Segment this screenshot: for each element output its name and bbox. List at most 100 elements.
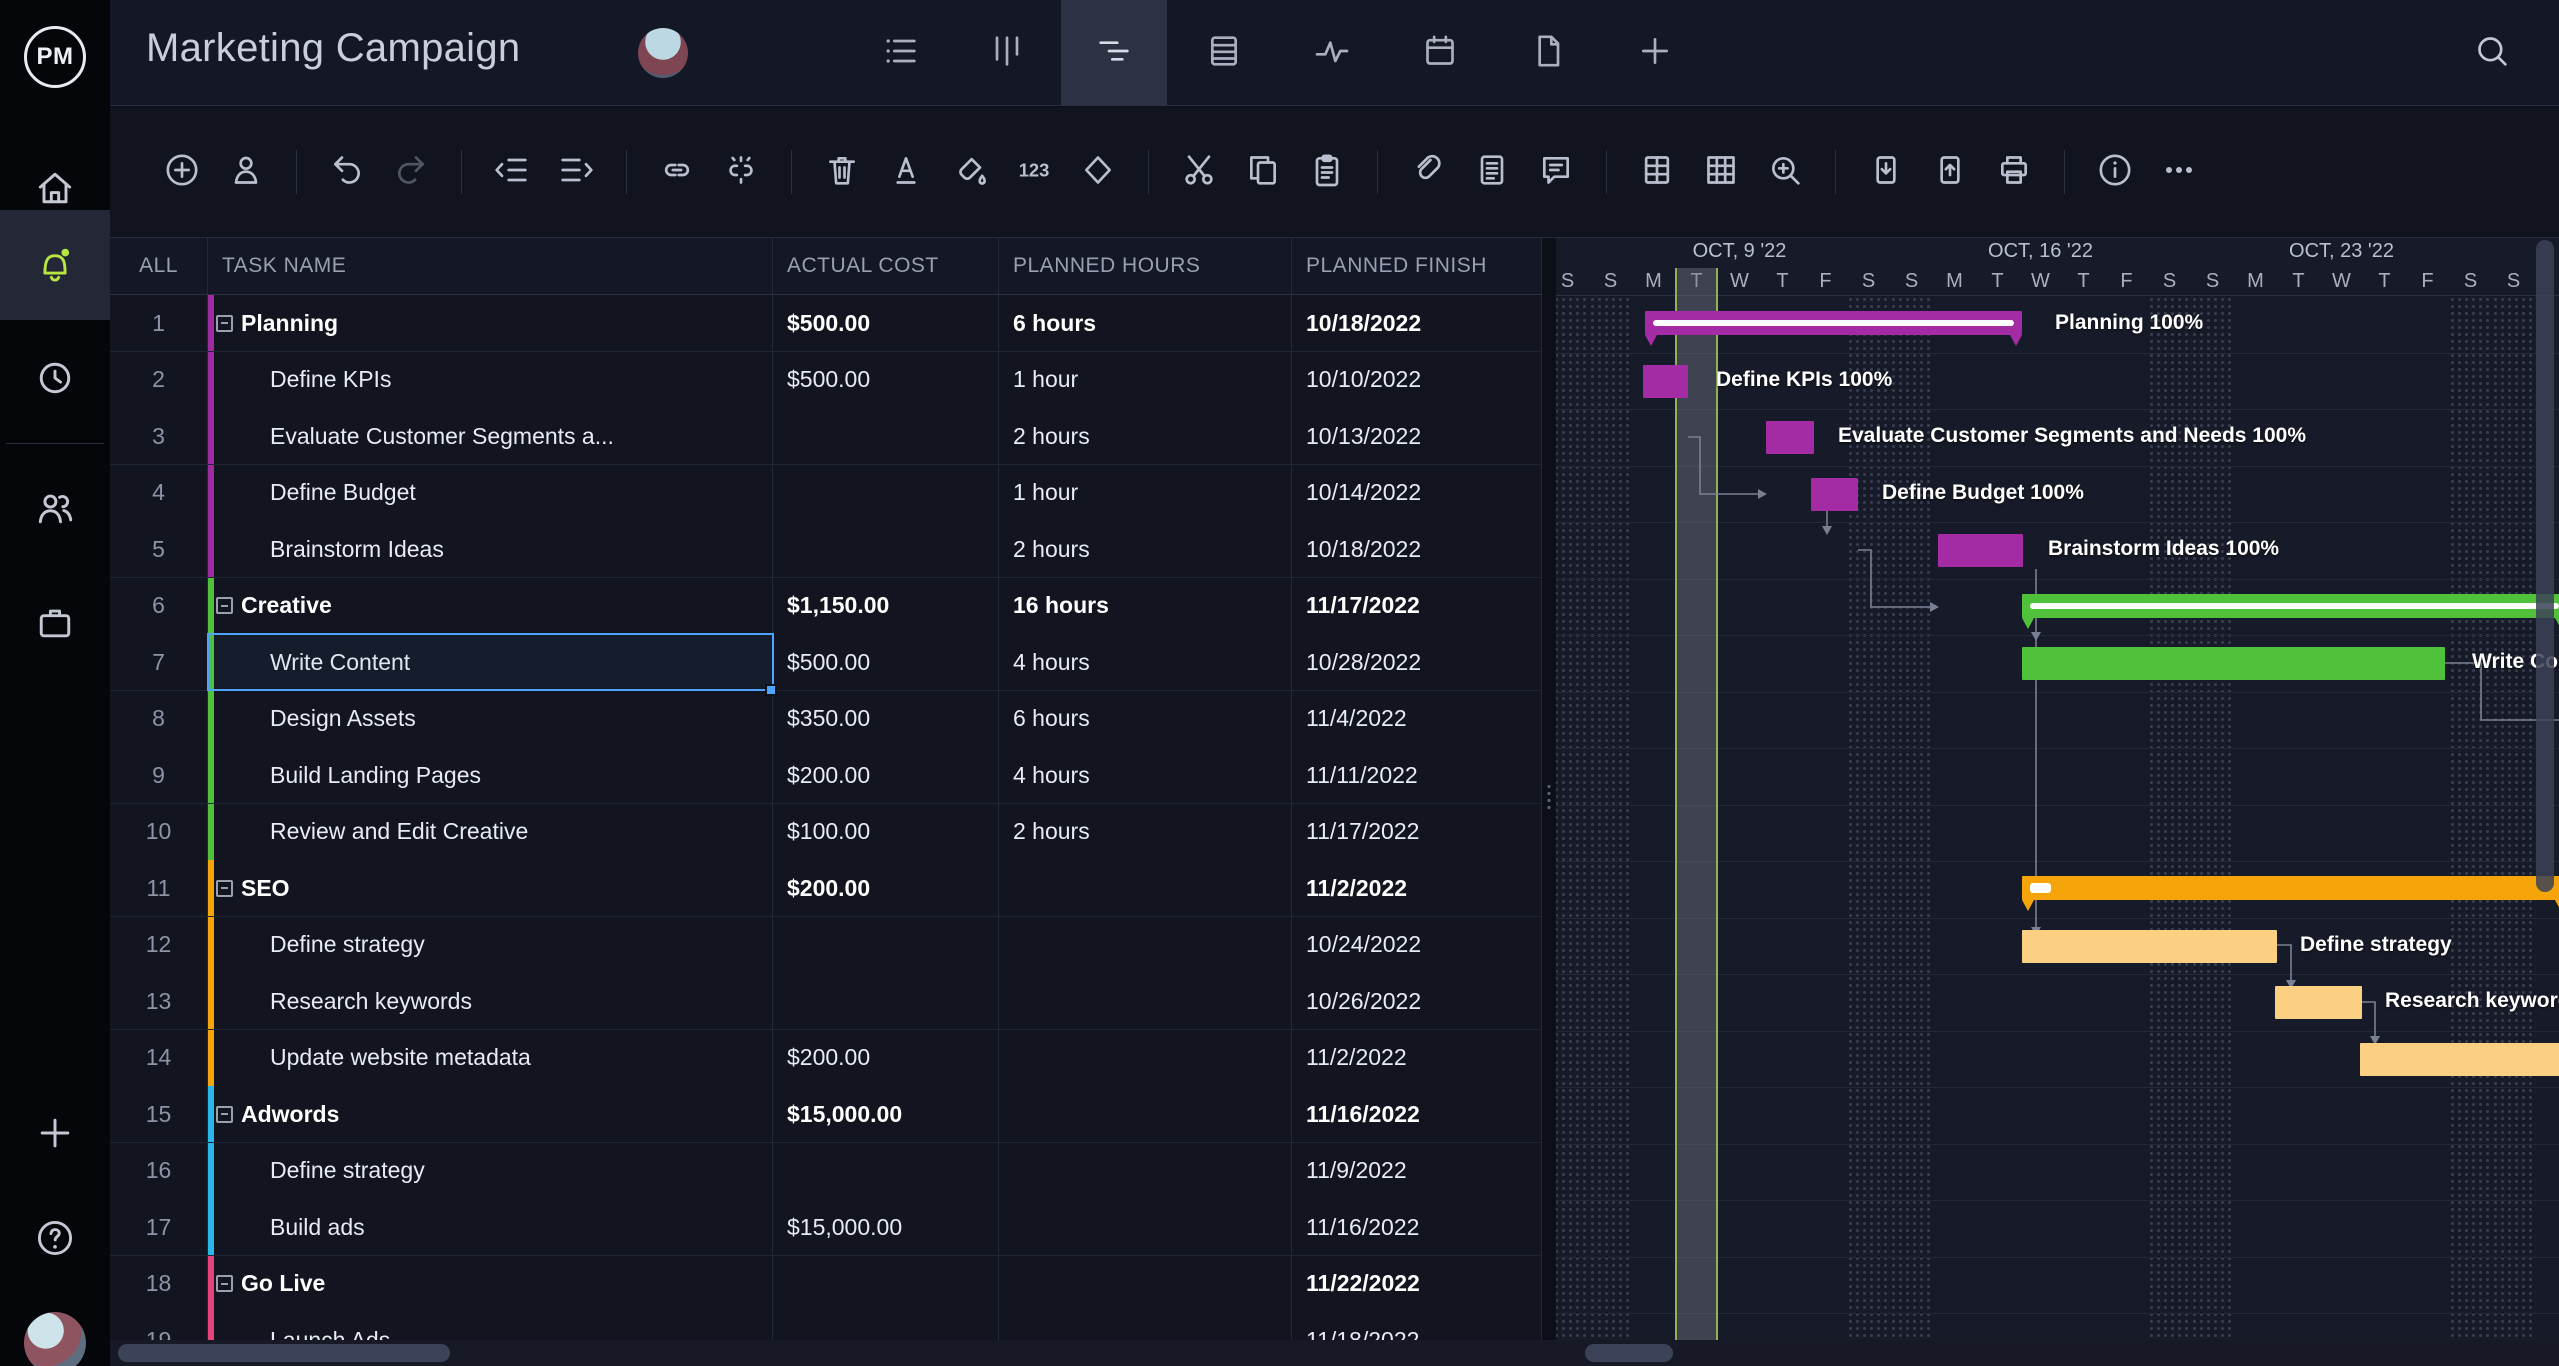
rail-item-help[interactable] — [0, 1185, 110, 1295]
tab-add-view[interactable] — [1602, 0, 1708, 106]
more-button[interactable] — [2147, 140, 2211, 204]
task-row-18[interactable]: 18Go Live11/22/2022 — [110, 1256, 1542, 1313]
column-header-all[interactable]: ALL — [110, 238, 208, 294]
gantt-summary-bar[interactable] — [1645, 311, 2022, 335]
gantt-hscroll-thumb[interactable] — [1585, 1344, 1673, 1362]
planned-finish-cell[interactable]: 10/13/2022 — [1292, 408, 1542, 464]
gantt-task-bar[interactable] — [1811, 478, 1858, 511]
actual-cost-cell[interactable]: $15,000.00 — [773, 1086, 999, 1142]
task-name-cell[interactable]: Review and Edit Creative — [208, 804, 773, 860]
planned-hours-cell[interactable] — [999, 1312, 1292, 1340]
planned-finish-cell[interactable]: 11/9/2022 — [1292, 1143, 1542, 1199]
grid-settings-button[interactable] — [1689, 140, 1753, 204]
actual-cost-cell[interactable] — [773, 973, 999, 1029]
planned-finish-cell[interactable]: 10/10/2022 — [1292, 352, 1542, 408]
unlink-tasks-button[interactable] — [709, 140, 773, 204]
planned-hours-cell[interactable] — [999, 1030, 1292, 1086]
planned-finish-cell[interactable]: 11/17/2022 — [1292, 804, 1542, 860]
gantt-task-bar[interactable] — [2022, 930, 2277, 963]
indent-button[interactable] — [544, 140, 608, 204]
column-header-planned-finish[interactable]: PLANNED FINISH — [1292, 238, 1542, 294]
task-name-cell[interactable]: Build Landing Pages — [208, 747, 773, 803]
planned-finish-cell[interactable]: 10/24/2022 — [1292, 917, 1542, 973]
planned-finish-cell[interactable]: 11/22/2022 — [1292, 1256, 1542, 1312]
gantt-summary-bar[interactable] — [2022, 594, 2559, 618]
project-owner-avatar[interactable] — [638, 28, 688, 78]
planned-finish-cell[interactable]: 10/14/2022 — [1292, 465, 1542, 521]
gantt-vscroll-thumb[interactable] — [2536, 240, 2554, 892]
rail-item-team[interactable] — [0, 455, 110, 565]
planned-finish-cell[interactable]: 10/18/2022 — [1292, 295, 1542, 351]
task-row-11[interactable]: 11SEO$200.0011/2/2022 — [110, 860, 1542, 917]
task-row-4[interactable]: 4Define Budget1 hour10/14/2022 — [110, 465, 1542, 522]
planned-hours-cell[interactable] — [999, 1143, 1292, 1199]
notes-button[interactable] — [1460, 140, 1524, 204]
export-button[interactable] — [1918, 140, 1982, 204]
task-row-17[interactable]: 17Build ads$15,000.0011/16/2022 — [110, 1199, 1542, 1256]
task-row-10[interactable]: 10Review and Edit Creative$100.002 hours… — [110, 804, 1542, 861]
rail-item-add-new[interactable] — [0, 1080, 110, 1190]
actual-cost-cell[interactable] — [773, 521, 999, 577]
task-name-cell[interactable]: Update website metadata — [208, 1030, 773, 1086]
collapse-toggle[interactable] — [216, 1106, 233, 1123]
actual-cost-cell[interactable]: $200.00 — [773, 747, 999, 803]
planned-hours-cell[interactable] — [999, 917, 1292, 973]
planned-finish-cell[interactable]: 11/16/2022 — [1292, 1199, 1542, 1255]
actual-cost-cell[interactable] — [773, 917, 999, 973]
task-name-cell[interactable]: Creative — [208, 578, 773, 634]
planned-hours-cell[interactable] — [999, 973, 1292, 1029]
task-row-3[interactable]: 3Evaluate Customer Segments a...2 hours1… — [110, 408, 1542, 465]
gantt-task-bar[interactable] — [1938, 534, 2023, 567]
task-name-cell[interactable]: Evaluate Customer Segments a... — [208, 408, 773, 464]
task-row-1[interactable]: 1Planning$500.006 hours10/18/2022 — [110, 295, 1542, 352]
task-name-cell[interactable]: Go Live — [208, 1256, 773, 1312]
gantt-task-bar[interactable] — [2275, 986, 2362, 1019]
info-button[interactable] — [2083, 140, 2147, 204]
print-button[interactable] — [1982, 140, 2046, 204]
gantt-task-bar[interactable] — [2022, 647, 2445, 680]
actual-cost-cell[interactable] — [773, 1256, 999, 1312]
planned-hours-cell[interactable]: 6 hours — [999, 691, 1292, 747]
rail-item-portfolio[interactable] — [0, 570, 110, 680]
planned-finish-cell[interactable]: 11/18/2022 — [1292, 1312, 1542, 1340]
outdent-button[interactable] — [480, 140, 544, 204]
task-name-cell[interactable]: Define strategy — [208, 1143, 773, 1199]
actual-cost-cell[interactable]: $100.00 — [773, 804, 999, 860]
actual-cost-cell[interactable]: $500.00 — [773, 295, 999, 351]
milestone-button[interactable] — [1066, 140, 1130, 204]
task-row-12[interactable]: 12Define strategy10/24/2022 — [110, 917, 1542, 974]
search-button[interactable] — [2449, 0, 2535, 106]
planned-hours-cell[interactable]: 4 hours — [999, 747, 1292, 803]
task-row-16[interactable]: 16Define strategy11/9/2022 — [110, 1143, 1542, 1200]
copy-button[interactable] — [1231, 140, 1295, 204]
gantt-summary-bar[interactable] — [2022, 876, 2559, 900]
rail-item-user-avatar[interactable] — [0, 1288, 110, 1366]
actual-cost-cell[interactable] — [773, 1143, 999, 1199]
gantt-task-bar[interactable] — [1643, 365, 1688, 398]
rail-item-notifications[interactable] — [0, 210, 110, 320]
table-hscroll-track[interactable] — [110, 1340, 1542, 1366]
gantt-hscroll-track[interactable] — [1542, 1340, 2559, 1366]
actual-cost-cell[interactable]: $200.00 — [773, 1030, 999, 1086]
task-row-19[interactable]: 19Launch Ads11/18/2022 — [110, 1312, 1542, 1340]
task-name-cell[interactable]: Define KPIs — [208, 352, 773, 408]
zoom-in-button[interactable] — [1753, 140, 1817, 204]
add-task-button[interactable] — [150, 140, 214, 204]
planned-hours-cell[interactable]: 4 hours — [999, 634, 1292, 690]
gantt-task-bar[interactable] — [1766, 421, 1814, 454]
task-row-14[interactable]: 14Update website metadata$200.0011/2/202… — [110, 1030, 1542, 1087]
planned-hours-cell[interactable] — [999, 1199, 1292, 1255]
planned-hours-cell[interactable] — [999, 1256, 1292, 1312]
task-row-7[interactable]: 7Write Content$500.004 hours10/28/2022 — [110, 634, 1542, 691]
rail-item-recent[interactable] — [0, 325, 110, 435]
actual-cost-cell[interactable]: $500.00 — [773, 352, 999, 408]
actual-cost-cell[interactable] — [773, 465, 999, 521]
gantt-task-bar[interactable] — [2360, 1043, 2559, 1076]
task-row-8[interactable]: 8Design Assets$350.006 hours11/4/2022 — [110, 691, 1542, 748]
tab-view-gantt[interactable] — [1061, 0, 1167, 106]
column-header-planned-hours[interactable]: PLANNED HOURS — [999, 238, 1292, 294]
column-header-task-name[interactable]: TASK NAME — [208, 238, 773, 294]
number-format-button[interactable]: 123 — [1002, 140, 1066, 204]
assign-people-button[interactable] — [214, 140, 278, 204]
table-hscroll-thumb[interactable] — [118, 1344, 450, 1362]
